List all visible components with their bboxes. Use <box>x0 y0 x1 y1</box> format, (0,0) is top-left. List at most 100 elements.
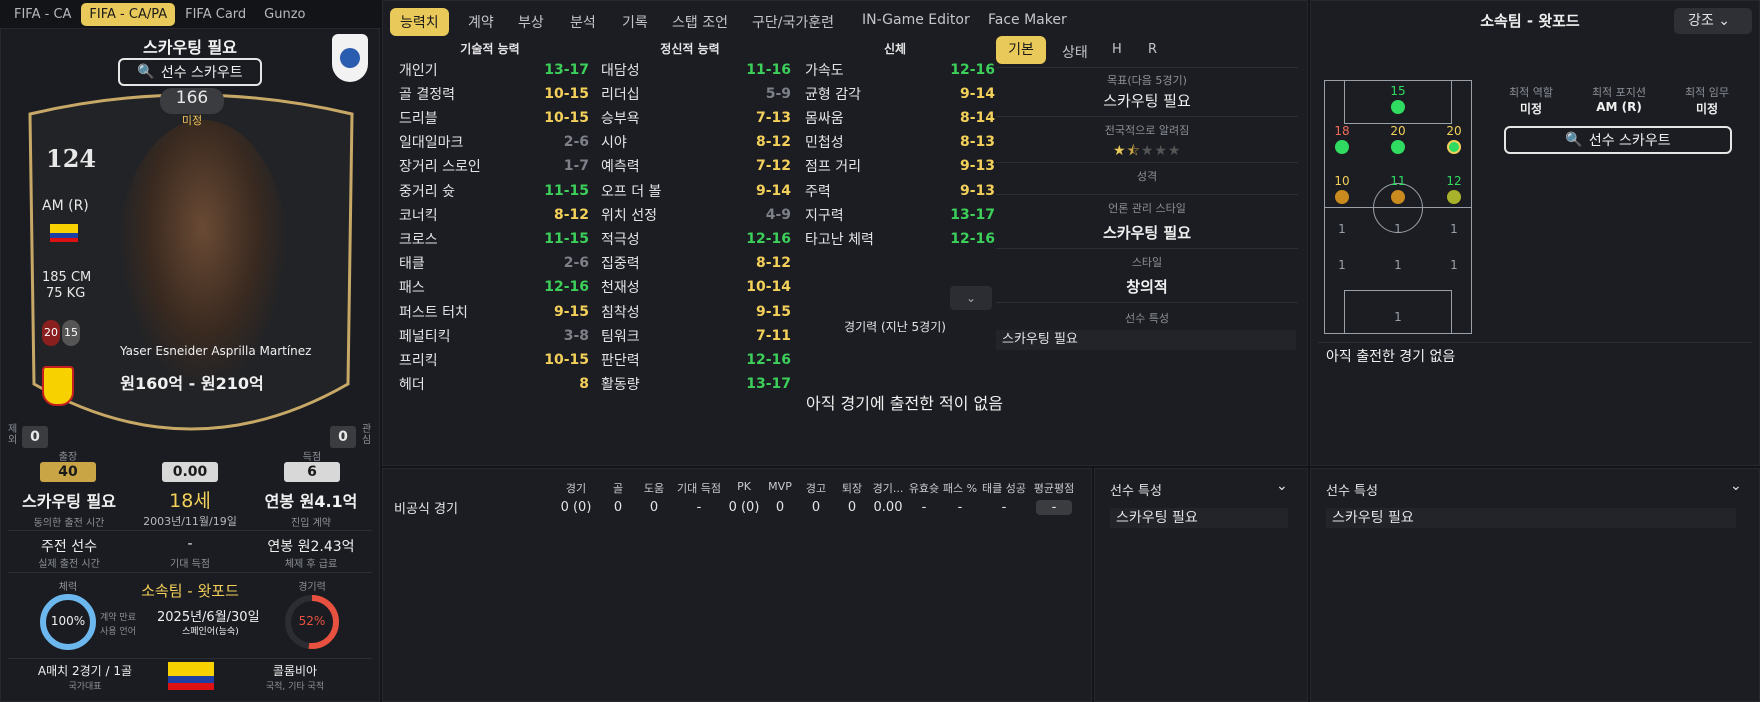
info-expected-sub: 기대 득점 <box>170 559 210 570</box>
scout-player-button-2[interactable]: 🔍 선수 스카우트 <box>1504 126 1732 154</box>
technical-attr-value: 10-15 <box>544 351 589 368</box>
traits-panel-2 <box>1310 468 1760 702</box>
divider <box>8 530 372 531</box>
best-role-label: 최적 역할 <box>1509 86 1553 99</box>
technical-attr-value: 10-15 <box>544 85 589 102</box>
mental-attr-row: 천재성 10-14 <box>601 274 791 301</box>
traits-value: 스카우팅 필요 <box>996 330 1296 350</box>
mental-attr-row: 적극성 12-16 <box>601 225 791 252</box>
mental-attr-value: 10-14 <box>746 279 791 296</box>
physical-attr-name: 점프 거리 <box>805 159 861 176</box>
target-value: 스카우팅 필요 <box>1103 92 1191 110</box>
physical-attr-value: 13-17 <box>950 206 995 223</box>
physical-attr-name: 가속도 <box>805 62 844 79</box>
technical-attr-value: 2-6 <box>563 134 589 151</box>
mental-attr-name: 오프 더 볼 <box>601 183 662 200</box>
position-rating: 12 <box>1446 174 1462 188</box>
technical-attr-name: 코너킥 <box>399 207 438 224</box>
technical-attr-row: 패스 12-16 <box>399 274 589 301</box>
info-wage-sub: 진입 계약 <box>291 518 331 529</box>
chevron-down-icon[interactable]: ⌄ <box>1276 478 1288 494</box>
club-title: 소속팀 - 왓포드 <box>1480 12 1580 30</box>
physical-attr-value: 9-14 <box>959 85 995 102</box>
physical-attr-value: 9-13 <box>959 182 995 199</box>
position-rating: 20 <box>1446 124 1462 138</box>
physical-attr-value: 8-14 <box>959 109 995 126</box>
position-rating: 10 <box>1334 174 1350 188</box>
tab-ingame-editor[interactable]: IN-Game Editor <box>862 12 970 28</box>
technical-attr-row: 페널티킥 3-8 <box>399 322 589 349</box>
tab-training[interactable]: 구단/국가훈련 <box>752 12 834 32</box>
tab-injury[interactable]: 부상 <box>518 12 544 32</box>
tab-gunzo[interactable]: Gunzo <box>256 3 313 26</box>
tab-basic[interactable]: 기본 <box>996 36 1046 64</box>
physical-attr-row: 몸싸움 8-14 <box>805 104 995 131</box>
card-position: AM (R) <box>42 198 89 214</box>
technical-attr-name: 장거리 스로인 <box>399 159 481 176</box>
tab-face-maker[interactable]: Face Maker <box>988 12 1067 28</box>
physical-attr-row: 주력 9-13 <box>805 177 995 204</box>
mental-attr-value: 7-13 <box>755 109 791 126</box>
best-role: 미정 <box>1519 102 1543 116</box>
info-dob: 2003년/11월/19일 <box>143 515 237 528</box>
traits1-value: 스카우팅 필요 <box>1110 508 1288 528</box>
info-status-sub: 동의한 출전 시간 <box>33 518 105 529</box>
technical-attr-name: 페널티킥 <box>399 328 451 345</box>
technical-attr-value: 12-16 <box>544 279 589 296</box>
tab-condition[interactable]: 상태 <box>1062 42 1088 62</box>
stat-value: - <box>1001 500 1007 515</box>
technical-attr-row: 개인기 13-17 <box>399 56 589 83</box>
ability-label: 미정 <box>181 114 203 127</box>
physical-attr-value: 9-13 <box>959 158 995 175</box>
mental-attr-value: 13-17 <box>746 376 791 393</box>
technical-attr-name: 중거리 슛 <box>399 183 455 200</box>
technical-attr-value: 3-8 <box>563 327 589 344</box>
mental-attr-value: 9-15 <box>755 303 791 320</box>
unofficial-row-label: 비공식 경기 <box>394 502 458 517</box>
traits2-value: 스카우팅 필요 <box>1326 508 1736 528</box>
club-name[interactable]: 소속팀 - 왓포드 <box>130 580 250 601</box>
emphasis-dropdown[interactable]: 강조 ⌄ <box>1674 8 1752 34</box>
scout-player-button[interactable]: 🔍 선수 스카우트 <box>118 58 262 86</box>
tab-attributes[interactable]: 능력치 <box>390 8 449 36</box>
mental-attr-value: 11-16 <box>746 61 791 78</box>
tab-fifa-card[interactable]: FIFA Card <box>177 3 254 26</box>
physical-attr-row: 지구력 13-17 <box>805 201 995 228</box>
tab-contract[interactable]: 계약 <box>468 12 494 32</box>
no-matches-text: 아직 경기에 출전한 적이 없음 <box>806 394 1003 413</box>
stat-header[interactable]: 평균평점 <box>1024 480 1084 496</box>
interest-count[interactable]: 0 <box>330 426 356 448</box>
technical-attr-row: 프리킥 10-15 <box>399 346 589 373</box>
technical-attr-value: 10-15 <box>544 109 589 126</box>
physical-attr-name: 타고난 체력 <box>805 231 874 248</box>
technical-attr-row: 장거리 스로인 1-7 <box>399 153 589 180</box>
mental-attr-value: 7-11 <box>755 327 791 344</box>
chevron-down-icon[interactable]: ⌄ <box>950 286 992 310</box>
form-title: 경기력 (지난 5경기) <box>844 320 946 334</box>
excluded-count[interactable]: 0 <box>22 426 48 448</box>
tab-records[interactable]: 기록 <box>622 12 648 32</box>
mental-attr-row: 대담성 11-16 <box>601 56 791 83</box>
search-icon: 🔍 <box>137 64 155 80</box>
ability-badge: 166 <box>160 88 224 114</box>
info-wage: 연봉 원4.1억 <box>264 492 358 511</box>
tab-fifa-ca[interactable]: FIFA - CA <box>6 3 79 26</box>
position-rating: 18 <box>1334 124 1350 138</box>
physical-attr-row: 점프 거리 9-13 <box>805 153 995 180</box>
tab-analysis[interactable]: 분석 <box>570 12 596 32</box>
divider <box>996 162 1298 163</box>
tab-staff-advice[interactable]: 스탭 조언 <box>672 12 728 32</box>
traits1-title: 선수 특성 <box>1110 484 1162 499</box>
technical-attr-row: 헤더 8 <box>399 371 589 398</box>
excluded-label: 제외 <box>8 424 18 446</box>
technical-attr-row: 일대일마크 2-6 <box>399 129 589 156</box>
info-expected: - <box>187 536 193 552</box>
tab-h[interactable]: H <box>1112 42 1122 57</box>
position-rating: 1 <box>1394 222 1402 236</box>
tab-fifa-ca-pa[interactable]: FIFA - CA/PA <box>81 2 176 26</box>
info-release: 연봉 원2.43억 <box>267 539 355 555</box>
chevron-down-icon[interactable]: ⌄ <box>1730 478 1742 494</box>
search-icon: 🔍 <box>1565 132 1583 148</box>
technical-attr-row: 드리블 10-15 <box>399 104 589 131</box>
tab-r[interactable]: R <box>1148 42 1157 57</box>
